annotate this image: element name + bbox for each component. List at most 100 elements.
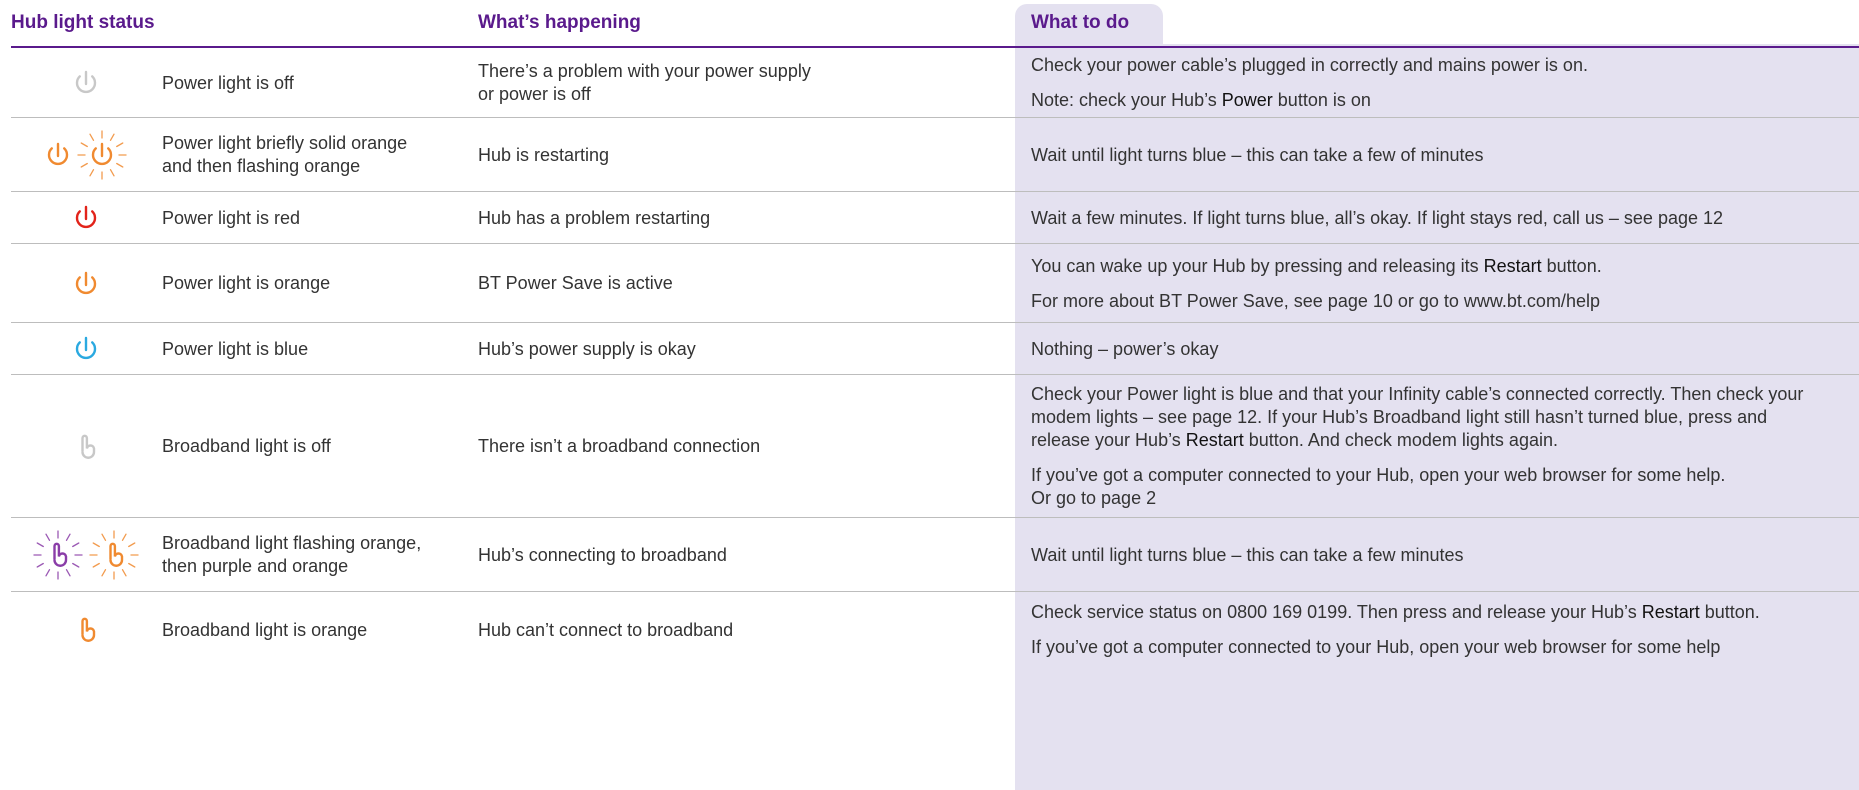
- what-to-do-text: Check your Power light is blue and that …: [1031, 375, 1859, 518]
- whats-happening-text: There’s a problem with your power supply…: [478, 48, 998, 118]
- what-to-do-text: Wait a few minutes. If light turns blue,…: [1031, 192, 1859, 244]
- light-status-text: Power light is red: [162, 192, 462, 244]
- table-row: Broadband light is orange Hub can’t conne…: [11, 592, 1859, 668]
- instruction-text: button.: [1699, 602, 1760, 622]
- button-name-highlight: Restart: [1483, 255, 1542, 276]
- whats-happening-text: Hub can’t connect to broadband: [478, 592, 998, 668]
- header-whats-happening: What’s happening: [478, 12, 641, 33]
- instruction-paragraph: Check your power cable’s plugged in corr…: [1031, 55, 1588, 75]
- instruction-line: If you’ve got a computer connected to yo…: [1031, 465, 1726, 485]
- instruction-paragraph: Wait a few minutes. If light turns blue,…: [1031, 207, 1724, 228]
- whats-happening-text-line: Hub has a problem restarting: [478, 207, 711, 228]
- power-icon-blue: [75, 336, 97, 360]
- power-icon-red: [75, 205, 97, 229]
- instruction-line: modem lights – see page 12. If your Hub’…: [1031, 407, 1768, 427]
- broadband-icon-purple-flashing: [33, 530, 83, 580]
- whats-happening-text-line: or power is off: [478, 84, 591, 104]
- instruction-text: Note: check your Hub’s: [1031, 90, 1222, 110]
- instruction-paragraph: Check service status on 0800 169 0199. T…: [1031, 601, 1859, 624]
- what-to-do-text: Wait until light turns blue – this can t…: [1031, 118, 1859, 192]
- status-light-icons: [11, 375, 161, 518]
- whats-happening-text-line: There’s a problem with your power supply: [478, 61, 811, 81]
- what-to-do-text: Nothing – power’s okay: [1031, 323, 1859, 375]
- light-status-text-line: and then flashing orange: [162, 156, 361, 176]
- power-icon-grey: [75, 70, 97, 94]
- light-status-text-line: then purple and orange: [162, 556, 349, 576]
- instruction-text: button.: [1541, 255, 1602, 276]
- broadband-icon-orange: [81, 617, 96, 642]
- instruction-paragraph: Check your Power light is blue and that …: [1031, 383, 1859, 452]
- table-header: Hub light status What’s happening What t…: [0, 0, 1859, 48]
- status-light-icons: [11, 48, 161, 118]
- whats-happening-text-line: There isn’t a broadband connection: [478, 436, 761, 456]
- light-status-text: Broadband light is off: [162, 375, 462, 518]
- whats-happening-text: Hub’s power supply is okay: [478, 323, 998, 375]
- whats-happening-text: Hub’s connecting to broadband: [478, 518, 998, 592]
- table-row: Broadband light flashing orange, then pur…: [11, 518, 1859, 592]
- button-name-highlight: Restart: [1185, 430, 1244, 450]
- status-light-icons: [11, 192, 161, 244]
- status-light-icons: [11, 118, 161, 192]
- light-status-text: Power light is blue: [162, 323, 462, 375]
- instruction-text: button. And check modem lights again.: [1243, 430, 1558, 450]
- instruction-paragraph: If you’ve got a computer connected to yo…: [1031, 464, 1859, 510]
- whats-happening-text: There isn’t a broadband connection: [478, 375, 998, 518]
- light-status-text-line: Power light is off: [162, 72, 294, 93]
- table-row: Power light is off There’s a problem with…: [11, 48, 1859, 118]
- whats-happening-text-line: Hub is restarting: [478, 144, 610, 165]
- whats-happening-text-line: Hub can’t connect to broadband: [478, 619, 734, 640]
- whats-happening-text: Hub is restarting: [478, 118, 998, 192]
- light-status-text-line: Power light is orange: [162, 273, 331, 293]
- instruction-paragraph: Wait until light turns blue – this can t…: [1031, 144, 1484, 165]
- whats-happening-text-line: Hub’s power supply is okay: [478, 338, 696, 359]
- power-icon-orange: [47, 142, 69, 166]
- table-row: Power light is orange BT Power Save is ac…: [11, 244, 1859, 323]
- light-status-text-line: Broadband light is off: [162, 436, 331, 456]
- instruction-text: release your Hub’s: [1031, 430, 1186, 450]
- instruction-paragraph: Wait until light turns blue – this can t…: [1031, 544, 1464, 565]
- what-to-do-text: Check service status on 0800 169 0199. T…: [1031, 592, 1859, 668]
- instruction-paragraph: You can wake up your Hub by pressing and…: [1031, 255, 1859, 278]
- light-status-text: Power light is off: [162, 48, 462, 118]
- instruction-line: Check your Power light is blue and that …: [1031, 384, 1804, 404]
- table-row: Power light is red Hub has a problem rest…: [11, 192, 1859, 244]
- whats-happening-text: BT Power Save is active: [478, 244, 998, 323]
- light-status-text: Broadband light flashing orange, then pur…: [162, 518, 462, 592]
- table-row: Broadband light is off There isn’t a broa…: [11, 375, 1859, 518]
- instruction-paragraph: Note: check your Hub’s Power button is o…: [1031, 89, 1859, 112]
- what-to-do-text: Wait until light turns blue – this can t…: [1031, 518, 1859, 592]
- broadband-icon-orange-flashing: [89, 530, 139, 580]
- whats-happening-text-line: BT Power Save is active: [478, 273, 673, 293]
- light-status-text-line: Power light is red: [162, 207, 301, 228]
- status-light-icons: [11, 323, 161, 375]
- header-what-to-do: What to do: [1031, 12, 1130, 33]
- light-status-text: Power light is orange: [162, 244, 462, 323]
- table-row: Power light is blue Hub’s power supply is…: [11, 323, 1859, 375]
- status-light-icons: [11, 244, 161, 323]
- instruction-text: You can wake up your Hub by pressing and…: [1031, 255, 1484, 276]
- broadband-icon-grey: [81, 434, 96, 459]
- light-status-text-line: Power light is blue: [162, 338, 309, 359]
- instruction-text: Check service status on 0800 169 0199. T…: [1031, 602, 1642, 622]
- power-icon-orange-flashing: [77, 130, 127, 180]
- button-name-highlight: Restart: [1641, 602, 1700, 622]
- instruction-paragraph: Nothing – power’s okay: [1031, 338, 1219, 359]
- instruction-line: Or go to page 2: [1031, 488, 1157, 508]
- instruction-paragraph: If you’ve got a computer connected to yo…: [1031, 637, 1721, 657]
- button-name-highlight: Power: [1221, 90, 1273, 110]
- table-row: Power light briefly solid orange and then…: [11, 118, 1859, 192]
- light-status-text-line: Power light briefly solid orange: [162, 133, 408, 153]
- whats-happening-text-line: Hub’s connecting to broadband: [478, 544, 727, 565]
- light-status-text-line: Broadband light is orange: [162, 619, 368, 640]
- what-to-do-text: You can wake up your Hub by pressing and…: [1031, 244, 1859, 323]
- what-to-do-text: Check your power cable’s plugged in corr…: [1031, 48, 1859, 118]
- status-light-icons: [11, 592, 161, 668]
- light-status-text: Power light briefly solid orange and then…: [162, 118, 462, 192]
- header-hub-light-status: Hub light status: [11, 12, 155, 33]
- status-light-icons: [11, 518, 161, 592]
- light-status-text: Broadband light is orange: [162, 592, 462, 668]
- light-status-text-line: Broadband light flashing orange,: [162, 533, 422, 553]
- instruction-text: button is on: [1272, 90, 1371, 110]
- instruction-paragraph: For more about BT Power Save, see page 1…: [1031, 290, 1600, 311]
- power-icon-orange: [75, 271, 97, 294]
